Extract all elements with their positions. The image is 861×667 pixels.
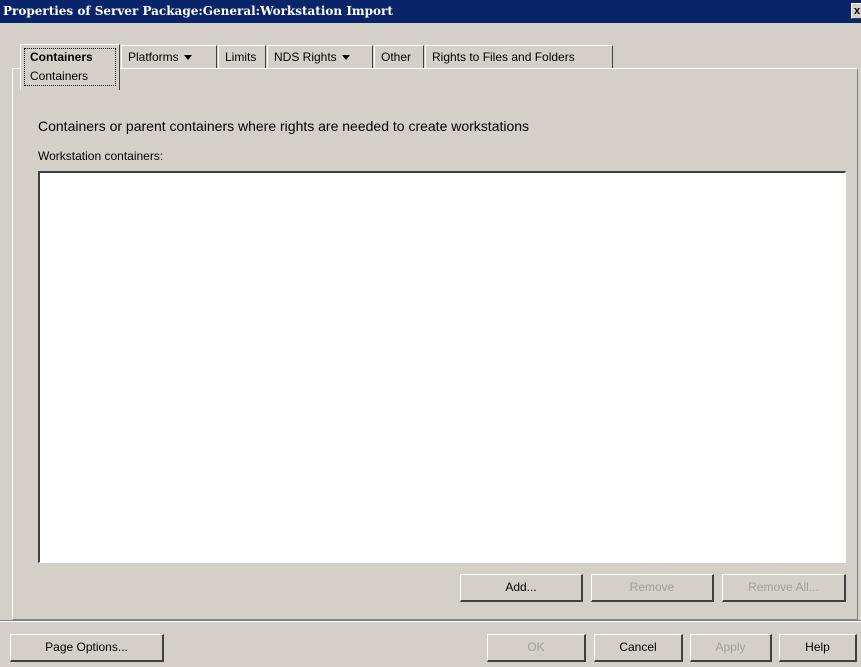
chevron-down-icon [341,55,350,61]
page-options-button[interactable]: Page Options... [10,634,164,662]
title-bar: Properties of Server Package:General:Wor… [0,0,861,23]
help-button[interactable]: Help [779,634,857,662]
tab-other-label: Other [381,50,412,64]
chevron-down-icon [183,55,192,61]
tab-rights-to-files-and-folders[interactable]: Rights to Files and Folders [425,45,613,69]
tab-rights-files-label: Rights to Files and Folders [432,50,575,64]
workstation-containers-label: Workstation containers: [38,149,164,163]
tab-nds-rights[interactable]: NDS Rights [267,45,373,69]
tab-platforms[interactable]: Platforms [121,45,217,69]
tab-other[interactable]: Other [374,45,424,69]
apply-button[interactable]: Apply [690,634,772,662]
tab-limits[interactable]: Limits [218,45,266,69]
close-button[interactable]: x [851,3,861,19]
remove-all-button[interactable]: Remove All... [722,574,846,602]
tab-limits-label: Limits [225,50,257,64]
tab-containers-label: Containers [30,50,93,64]
cancel-button[interactable]: Cancel [594,634,683,662]
workstation-containers-list[interactable] [38,171,846,563]
tab-containers[interactable]: Containers Containers [20,44,120,90]
tab-containers-sublabel: Containers [30,69,89,83]
window-title: Properties of Server Package:General:Wor… [3,4,393,18]
add-button[interactable]: Add... [460,574,583,602]
tab-platforms-label: Platforms [128,50,179,64]
ok-button[interactable]: OK [487,634,586,662]
tab-nds-rights-label: NDS Rights [274,50,337,64]
tab-focus-rect: Containers Containers [24,48,116,86]
footer-divider [0,620,861,622]
remove-button[interactable]: Remove [591,574,714,602]
description-text: Containers or parent containers where ri… [38,118,530,134]
close-icon: x [854,5,861,17]
